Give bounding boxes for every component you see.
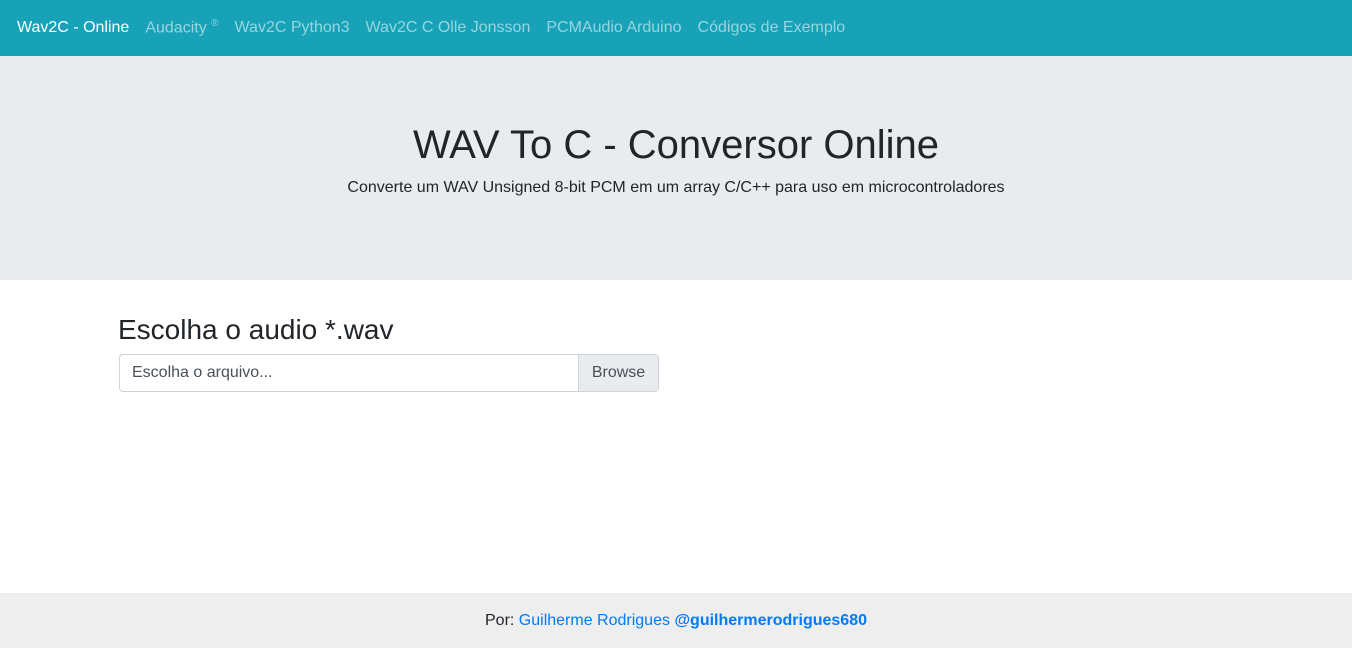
nav-link-audacity[interactable]: Audacity ® <box>145 18 218 37</box>
top-navbar: Wav2C - Online Audacity ® Wav2C Python3 … <box>0 0 1352 56</box>
footer-prefix: Por: <box>485 612 515 629</box>
nav-link-wav2c-python3[interactable]: Wav2C Python3 <box>235 19 350 37</box>
page-title: WAV To C - Conversor Online <box>412 123 940 167</box>
wav-file-input[interactable]: Escolha o arquivo... Browse <box>119 354 659 392</box>
nav-link-audacity-label: Audacity <box>145 19 207 37</box>
page-footer: Por: Guilherme Rodrigues @guilhermerodri… <box>0 593 1352 648</box>
nav-link-pcmaudio-arduino[interactable]: PCMAudio Arduino <box>546 19 681 37</box>
page-subtitle: Converte um WAV Unsigned 8-bit PCM em um… <box>347 179 1005 196</box>
registered-mark: ® <box>211 18 219 30</box>
author-handle-link[interactable]: @guilhermerodrigues680 <box>674 612 867 629</box>
file-input-placeholder: Escolha o arquivo... <box>132 364 273 381</box>
browse-button[interactable]: Browse <box>578 355 658 391</box>
hero-banner: WAV To C - Conversor Online Converte um … <box>0 56 1352 280</box>
nav-link-codigos-de-exemplo[interactable]: Códigos de Exemplo <box>698 19 846 37</box>
upload-heading: Escolha o audio *.wav <box>118 314 394 345</box>
nav-link-wav2c-c-olle-jonsson[interactable]: Wav2C C Olle Jonsson <box>366 19 531 37</box>
navbar-brand[interactable]: Wav2C - Online <box>17 19 129 37</box>
author-link[interactable]: Guilherme Rodrigues <box>519 612 670 629</box>
